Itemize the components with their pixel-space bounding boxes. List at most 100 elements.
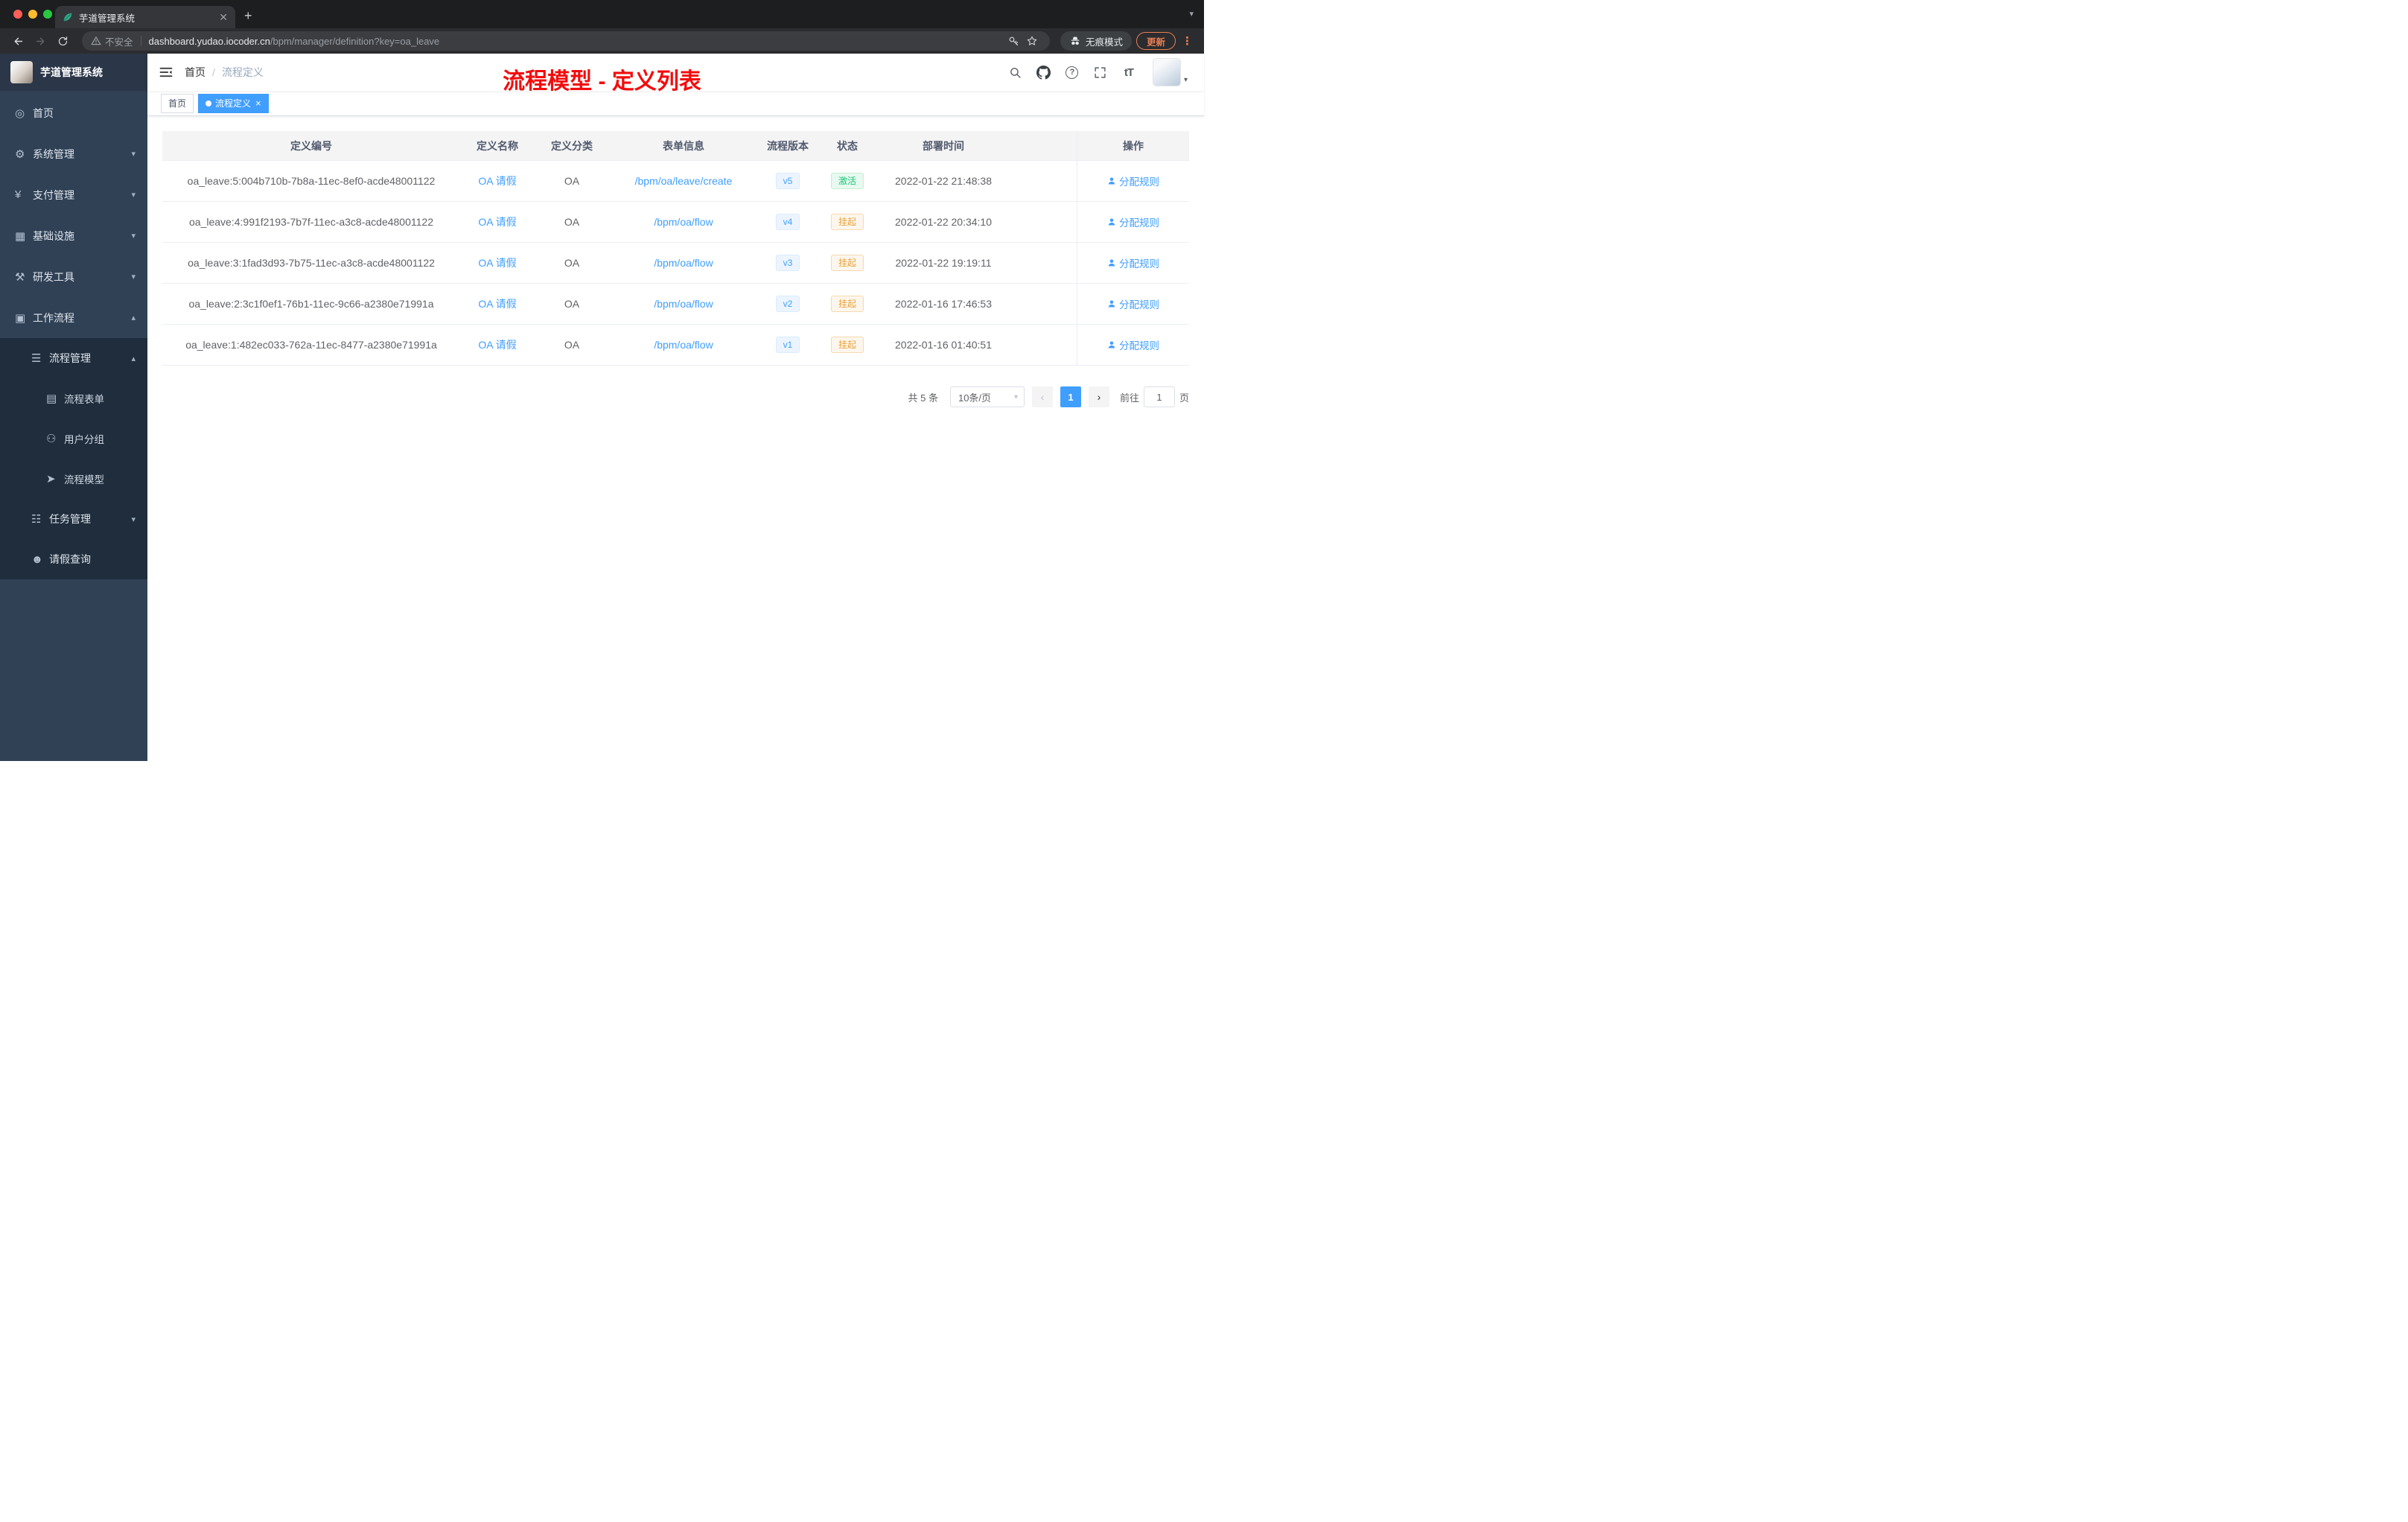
- tab-close-icon[interactable]: ✕: [219, 12, 228, 22]
- browser-tab[interactable]: 芋道管理系统 ✕: [55, 6, 235, 28]
- chevron-down-icon: ▾: [131, 191, 136, 200]
- next-page-button[interactable]: ›: [1088, 386, 1109, 407]
- browser-update-button[interactable]: 更新: [1135, 32, 1176, 50]
- reload-icon[interactable]: [54, 32, 71, 50]
- chevron-down-icon: ▾: [131, 515, 136, 524]
- sidebar-item-label: 流程表单: [64, 394, 104, 405]
- dashboard-icon: ◎: [15, 106, 25, 120]
- header-spacer: [1010, 131, 1077, 160]
- form-link[interactable]: /bpm/oa/leave/create: [635, 175, 733, 187]
- definition-table: 定义编号 定义名称 定义分类 表单信息 流程版本 状态 部署时间 操作 oa_leave:5:0…: [162, 131, 1189, 366]
- security-label[interactable]: 不安全: [105, 34, 133, 48]
- version-badge: v4: [775, 214, 800, 230]
- definition-category: OA: [564, 175, 580, 187]
- assign-rule-button[interactable]: 分配规则: [1107, 255, 1159, 270]
- sidebar-item-payment[interactable]: ¥ 支付管理 ▾: [0, 174, 147, 215]
- definition-category: OA: [564, 339, 580, 351]
- breadcrumb-home[interactable]: 首页: [185, 65, 206, 80]
- sidebar-item-workflow[interactable]: ▣ 工作流程 ▴: [0, 297, 147, 338]
- sidebar-item-infrastructure[interactable]: ▦ 基础设施 ▾: [0, 215, 147, 256]
- definition-name-link[interactable]: OA 请假: [478, 255, 516, 270]
- favicon-leaf-icon: [63, 13, 72, 22]
- definition-id: oa_leave:2:3c1f0ef1-76b1-11ec-9c66-a2380…: [188, 298, 434, 310]
- assign-rule-button[interactable]: 分配规则: [1107, 337, 1159, 352]
- chevron-up-icon: ▴: [131, 354, 136, 363]
- close-window-button[interactable]: [13, 10, 22, 19]
- page-number-button[interactable]: 1: [1060, 386, 1081, 407]
- sidebar-item-task[interactable]: ☷ 任务管理 ▾: [0, 499, 147, 539]
- infrastructure-icon: ▦: [15, 229, 26, 243]
- table-row: oa_leave:5:004b710b-7b8a-11ec-8ef0-acde4…: [162, 161, 1189, 202]
- sidebar-item-dashboard[interactable]: ◎ 首页: [0, 92, 147, 133]
- view-tag[interactable]: 流程定义 ×: [198, 93, 269, 113]
- back-icon[interactable]: [9, 32, 27, 50]
- deploy-time: 2022-01-22 19:19:11: [895, 257, 992, 269]
- assign-rule-button[interactable]: 分配规则: [1107, 214, 1159, 229]
- user-avatar-menu[interactable]: ▾: [1152, 58, 1188, 86]
- definition-category: OA: [564, 216, 580, 228]
- sidebar-item-label: 系统管理: [33, 147, 74, 160]
- page-content: 定义编号 定义名称 定义分类 表单信息 流程版本 状态 部署时间 操作 oa_leave:5:0…: [147, 116, 1204, 761]
- form-link[interactable]: /bpm/oa/flow: [654, 339, 713, 351]
- window-controls: [13, 10, 52, 19]
- assign-rule-label: 分配规则: [1119, 176, 1159, 188]
- fullscreen-icon[interactable]: [1092, 63, 1109, 82]
- process-model-icon: ➤: [46, 473, 56, 485]
- status-badge: 挂起: [830, 337, 864, 353]
- sidebar-item-dev-tools[interactable]: ⚒ 研发工具 ▾: [0, 256, 147, 297]
- sidebar-item-user-group[interactable]: ⚇ 用户分组: [0, 418, 147, 459]
- definition-name-link[interactable]: OA 请假: [478, 296, 516, 311]
- github-icon[interactable]: [1035, 63, 1053, 82]
- form-link[interactable]: /bpm/oa/flow: [654, 216, 713, 228]
- sidebar-menu: ◎ 首页 ⚙ 系统管理 ▾ ¥ 支付管理 ▾ ▦ 基础设施 ▾ ⚒ 研发工具 ▾ ▣ 工作流程 ▴ ☰ 流程管理 ▴ ▤…: [0, 91, 147, 579]
- assign-rule-button[interactable]: 分配规则: [1107, 296, 1159, 311]
- form-link[interactable]: /bpm/oa/flow: [654, 257, 713, 269]
- search-icon[interactable]: [1007, 63, 1025, 82]
- key-icon[interactable]: [1005, 32, 1023, 50]
- active-dot-icon: [206, 100, 212, 106]
- font-size-icon[interactable]: tT: [1120, 63, 1138, 82]
- new-tab-button[interactable]: +: [244, 8, 252, 24]
- breadcrumb-current: 流程定义: [221, 66, 264, 78]
- assign-rule-label: 分配规则: [1119, 258, 1159, 270]
- definition-name-link[interactable]: OA 请假: [478, 173, 516, 188]
- hamburger-icon[interactable]: [147, 54, 185, 91]
- view-tag[interactable]: 首页: [161, 93, 194, 113]
- url-path: /bpm/manager/definition?key=oa_leave: [270, 35, 440, 47]
- sidebar-item-leave-query[interactable]: ☻ 请假查询: [0, 539, 147, 579]
- url-host: dashboard.yudao.iocoder.cn: [148, 35, 270, 47]
- sidebar-item-form[interactable]: ▤ 流程表单: [0, 378, 147, 418]
- user-icon: [1108, 259, 1115, 267]
- form-link[interactable]: /bpm/oa/flow: [654, 298, 713, 310]
- goto-page-input[interactable]: [1143, 386, 1175, 407]
- version-badge: v1: [775, 337, 800, 353]
- url-bar[interactable]: 不安全 dashboard.yudao.iocoder.cn /bpm/mana…: [82, 31, 1050, 51]
- definition-id: oa_leave:5:004b710b-7b8a-11ec-8ef0-acde4…: [187, 175, 436, 187]
- version-badge: v2: [775, 296, 800, 312]
- sidebar-item-label: 请假查询: [49, 553, 91, 565]
- question-icon[interactable]: ?: [1063, 63, 1081, 82]
- tab-search-chevron-icon[interactable]: ▾: [1189, 9, 1194, 19]
- sidebar-item-label: 支付管理: [33, 188, 74, 201]
- avatar[interactable]: [1152, 58, 1181, 86]
- sidebar-item-gear[interactable]: ⚙ 系统管理 ▾: [0, 133, 147, 174]
- app-navbar: 首页 / 流程定义 ? tT ▾: [147, 54, 1204, 91]
- sidebar-item-process-model[interactable]: ➤ 流程模型: [0, 459, 147, 499]
- close-icon[interactable]: ×: [255, 98, 261, 108]
- brand-logo-avatar: [10, 61, 33, 83]
- more-menu-icon[interactable]: ⋮: [1180, 34, 1195, 48]
- sidebar-item-label: 研发工具: [33, 270, 74, 283]
- prev-page-button[interactable]: ‹: [1031, 386, 1053, 407]
- definition-id: oa_leave:3:1fad3d93-7b75-11ec-a3c8-acde4…: [188, 257, 435, 269]
- incognito-label: 无痕模式: [1085, 36, 1123, 48]
- page-size-select[interactable]: 10条/页 ▾: [949, 386, 1025, 407]
- star-icon[interactable]: [1023, 32, 1041, 50]
- page-size-value: 10条/页: [958, 392, 992, 404]
- sidebar-item-process-list[interactable]: ☰ 流程管理 ▴: [0, 338, 147, 378]
- forward-icon[interactable]: [31, 32, 49, 50]
- assign-rule-button[interactable]: 分配规则: [1107, 173, 1159, 188]
- definition-name-link[interactable]: OA 请假: [478, 337, 516, 352]
- minimize-window-button[interactable]: [28, 10, 37, 19]
- definition-name-link[interactable]: OA 请假: [478, 214, 516, 229]
- maximize-window-button[interactable]: [43, 10, 52, 19]
